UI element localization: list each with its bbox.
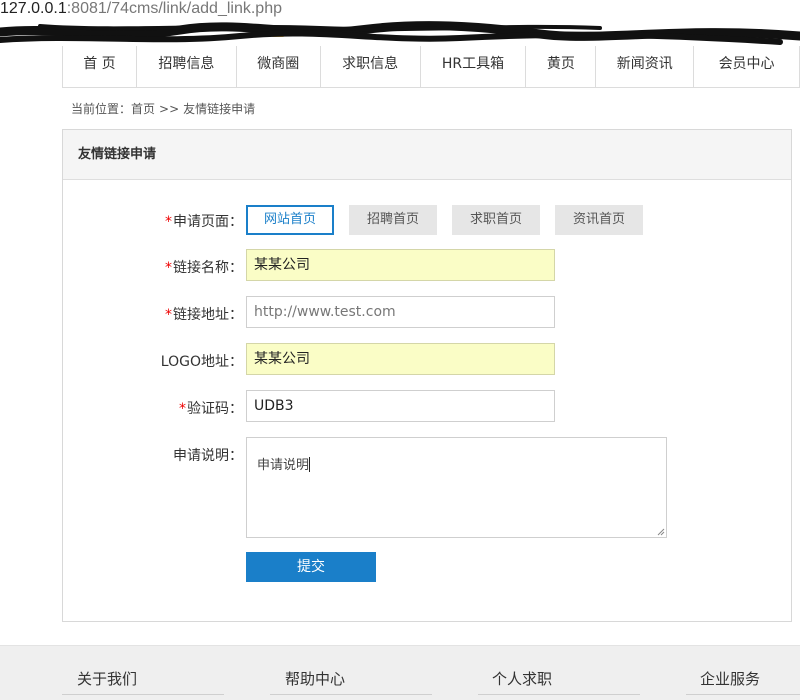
breadcrumb-separator: >> — [159, 102, 180, 116]
logo-label: LOGO地址： — [160, 354, 243, 370]
redaction-scribble — [0, 21, 800, 45]
breadcrumb-prefix: 当前位置： — [71, 102, 132, 116]
name-label: *链接名称： — [123, 257, 243, 277]
nav-item-news[interactable]: 新闻资讯 — [596, 46, 695, 87]
page-option-jobs-home[interactable]: 招聘首页 — [349, 205, 437, 235]
footer-link-help[interactable]: 帮助中心 — [285, 668, 345, 689]
breadcrumb: 当前位置：首页 >> 友情链接申请 — [71, 100, 259, 117]
nav-item-resumes[interactable]: 求职信息 — [321, 46, 421, 87]
page-option-news-home[interactable]: 资讯首页 — [555, 205, 643, 235]
footer-link-enterprise[interactable]: 企业服务 — [700, 668, 760, 689]
link-application-panel: 友情链接申请 *申请页面： 网站首页 招聘首页 求职首页 资讯首页 *链接名称：… — [62, 129, 792, 622]
nav-item-member[interactable]: 会员中心 — [694, 46, 800, 87]
nav-item-jobs[interactable]: 招聘信息 — [137, 46, 237, 87]
link-name-input[interactable]: 某某公司 — [246, 249, 555, 281]
footer-link-jobseeker[interactable]: 个人求职 — [492, 668, 552, 689]
page-option-resumes-home[interactable]: 求职首页 — [452, 205, 540, 235]
breadcrumb-home-link[interactable]: 首页 — [131, 102, 155, 116]
description-text: 申请说明 — [257, 458, 310, 473]
url-label: *链接地址： — [123, 304, 243, 324]
captcha-label-text: 验证码： — [187, 401, 243, 417]
main-nav: 首 页 招聘信息 微商圈 求职信息 HR工具箱 黄页 新闻资讯 会员中心 — [62, 46, 800, 88]
required-mark: * — [165, 214, 172, 230]
captcha-input[interactable]: UDB3 — [246, 390, 555, 422]
footer: 关于我们 帮助中心 个人求职 企业服务 — [0, 645, 800, 700]
page-option-site-home[interactable]: 网站首页 — [246, 205, 334, 235]
required-mark: * — [165, 307, 172, 323]
page-label: *申请页面： — [123, 211, 243, 231]
footer-divider — [62, 694, 224, 695]
text-caret — [309, 457, 311, 472]
browser-address-bar[interactable]: 127.0.0.1:8081/74cms/link/add_link.php — [0, 0, 800, 20]
panel-title: 友情链接申请 — [63, 130, 791, 180]
submit-button[interactable]: 提交 — [246, 552, 376, 582]
captcha-label: *验证码： — [123, 398, 243, 418]
page-label-text: 申请页面： — [173, 214, 243, 230]
footer-divider — [686, 694, 800, 695]
nav-item-yellowpages[interactable]: 黄页 — [526, 46, 597, 87]
footer-divider — [478, 694, 640, 695]
nav-item-home[interactable]: 首 页 — [63, 46, 137, 87]
logo-url-input[interactable]: 某某公司 — [246, 343, 555, 375]
description-label: 申请说明： — [173, 448, 243, 464]
description-textarea[interactable]: 申请说明 — [246, 437, 667, 538]
nav-item-microbiz[interactable]: 微商圈 — [237, 46, 321, 87]
name-label-text: 链接名称： — [173, 260, 243, 276]
url-label-text: 链接地址： — [173, 307, 243, 323]
required-mark: * — [179, 401, 186, 417]
footer-divider — [270, 694, 432, 695]
breadcrumb-current: 友情链接申请 — [183, 102, 256, 116]
required-mark: * — [165, 260, 172, 276]
footer-link-about[interactable]: 关于我们 — [77, 668, 137, 689]
nav-item-hr-tools[interactable]: HR工具箱 — [421, 46, 527, 87]
url-host: 127.0.0.1 — [0, 0, 67, 17]
url-path: :8081/74cms/link/add_link.php — [66, 0, 282, 17]
link-url-input[interactable]: http://www.test.com — [246, 296, 555, 328]
resize-handle-icon[interactable] — [657, 528, 665, 536]
